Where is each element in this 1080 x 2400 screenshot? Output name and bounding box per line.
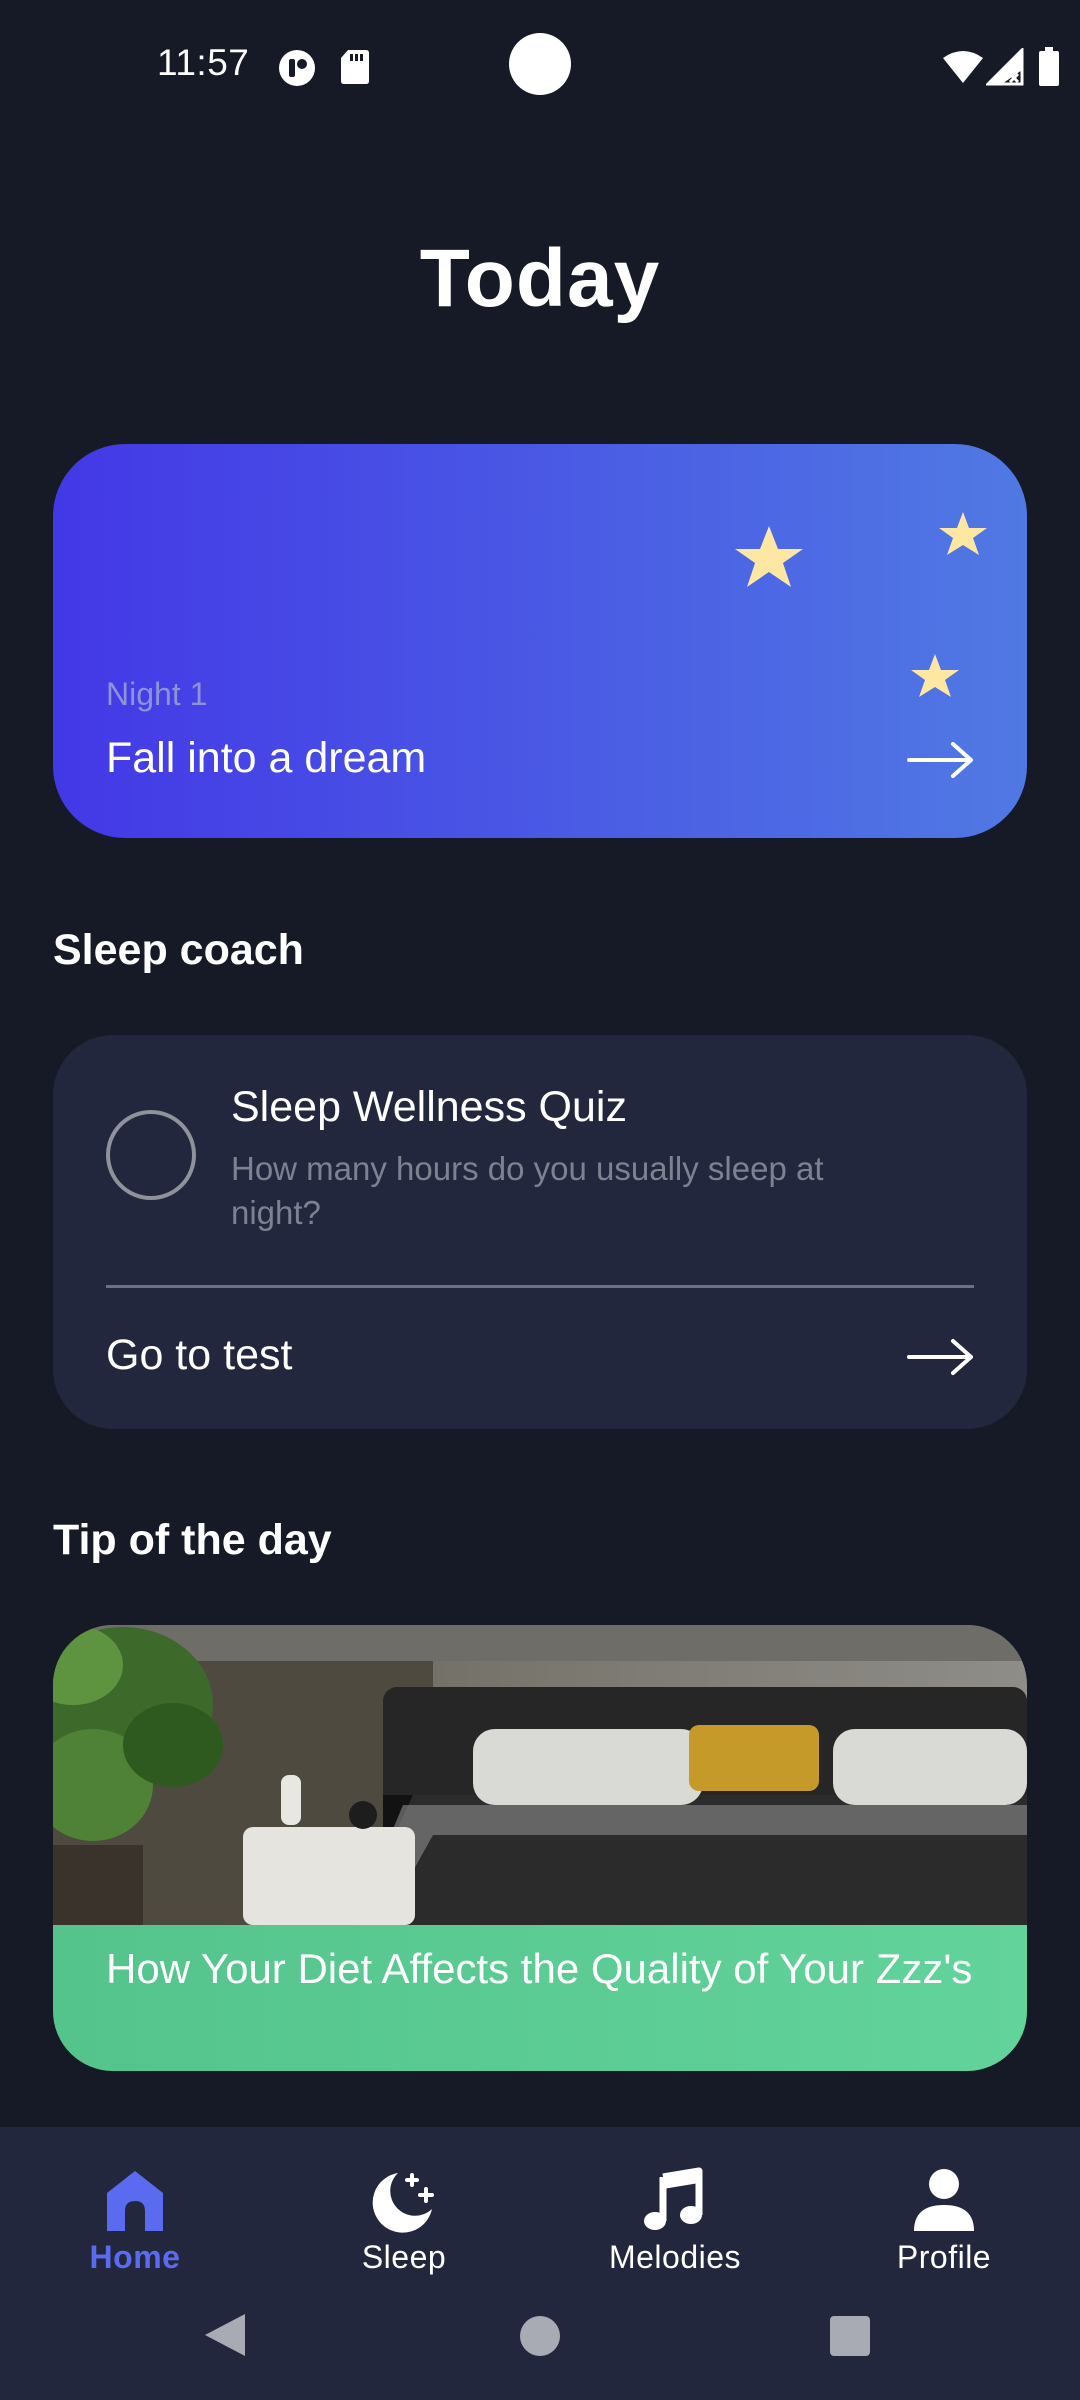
front-camera <box>509 33 571 95</box>
nav-label-sleep: Sleep <box>361 2239 447 2275</box>
tip-caption-banner: How Your Diet Affects the Quality of You… <box>53 1925 1027 2071</box>
nav-label-profile: Profile <box>896 2239 992 2275</box>
nav-item-melodies[interactable]: Melodies <box>575 2147 775 2287</box>
nav-item-profile[interactable]: Profile <box>844 2147 1044 2287</box>
moon-sparkle-icon <box>372 2173 434 2233</box>
back-icon[interactable] <box>203 2312 247 2358</box>
tip-card[interactable]: How Your Diet Affects the Quality of You… <box>53 1625 1027 2071</box>
recents-icon[interactable] <box>830 2316 870 2356</box>
bottom-nav: Home Sleep Melodies Profile <box>0 2127 1080 2400</box>
arrow-right-icon[interactable] <box>907 1337 975 1377</box>
nav-label-melodies: Melodies <box>608 2239 742 2275</box>
status-time: 11:57 <box>157 42 250 83</box>
tip-of-the-day-heading: Tip of the day <box>53 1516 332 1564</box>
nav-item-sleep[interactable]: Sleep <box>304 2147 504 2287</box>
go-to-test-button[interactable]: Go to test <box>106 1331 292 1380</box>
tip-caption: How Your Diet Affects the Quality of You… <box>106 1945 973 1992</box>
quiz-radio-button[interactable] <box>106 1110 196 1200</box>
battery-icon <box>1039 47 1059 86</box>
wifi-icon <box>943 51 983 83</box>
divider <box>106 1285 974 1288</box>
night-program-card[interactable]: Night 1 Fall into a dream <box>53 444 1027 838</box>
sleep-quiz-card: Sleep Wellness Quiz How many hours do yo… <box>53 1035 1027 1429</box>
signal-icon <box>986 48 1024 86</box>
nav-item-home[interactable]: Home <box>35 2147 235 2287</box>
program-title: Fall into a dream <box>106 734 427 782</box>
sd-card-icon <box>341 50 369 84</box>
home-circle-icon[interactable] <box>520 2316 560 2356</box>
arrow-right-icon[interactable] <box>907 740 975 780</box>
moon-and-stars-icon <box>735 512 987 697</box>
notification-app-icon <box>279 50 315 86</box>
page-title: Today <box>419 233 661 324</box>
night-label: Night 1 <box>106 676 208 712</box>
quiz-title: Sleep Wellness Quiz <box>231 1083 627 1131</box>
status-bar: 11:57 <box>0 0 1080 140</box>
home-icon <box>107 2171 163 2231</box>
bedroom-photo <box>53 1625 1027 1925</box>
sleep-coach-heading: Sleep coach <box>53 926 304 974</box>
nav-label-home: Home <box>89 2239 181 2275</box>
quiz-question: How many hours do you usually sleep at n… <box>231 1150 824 1231</box>
person-icon <box>914 2169 974 2231</box>
music-note-icon <box>644 2167 703 2230</box>
